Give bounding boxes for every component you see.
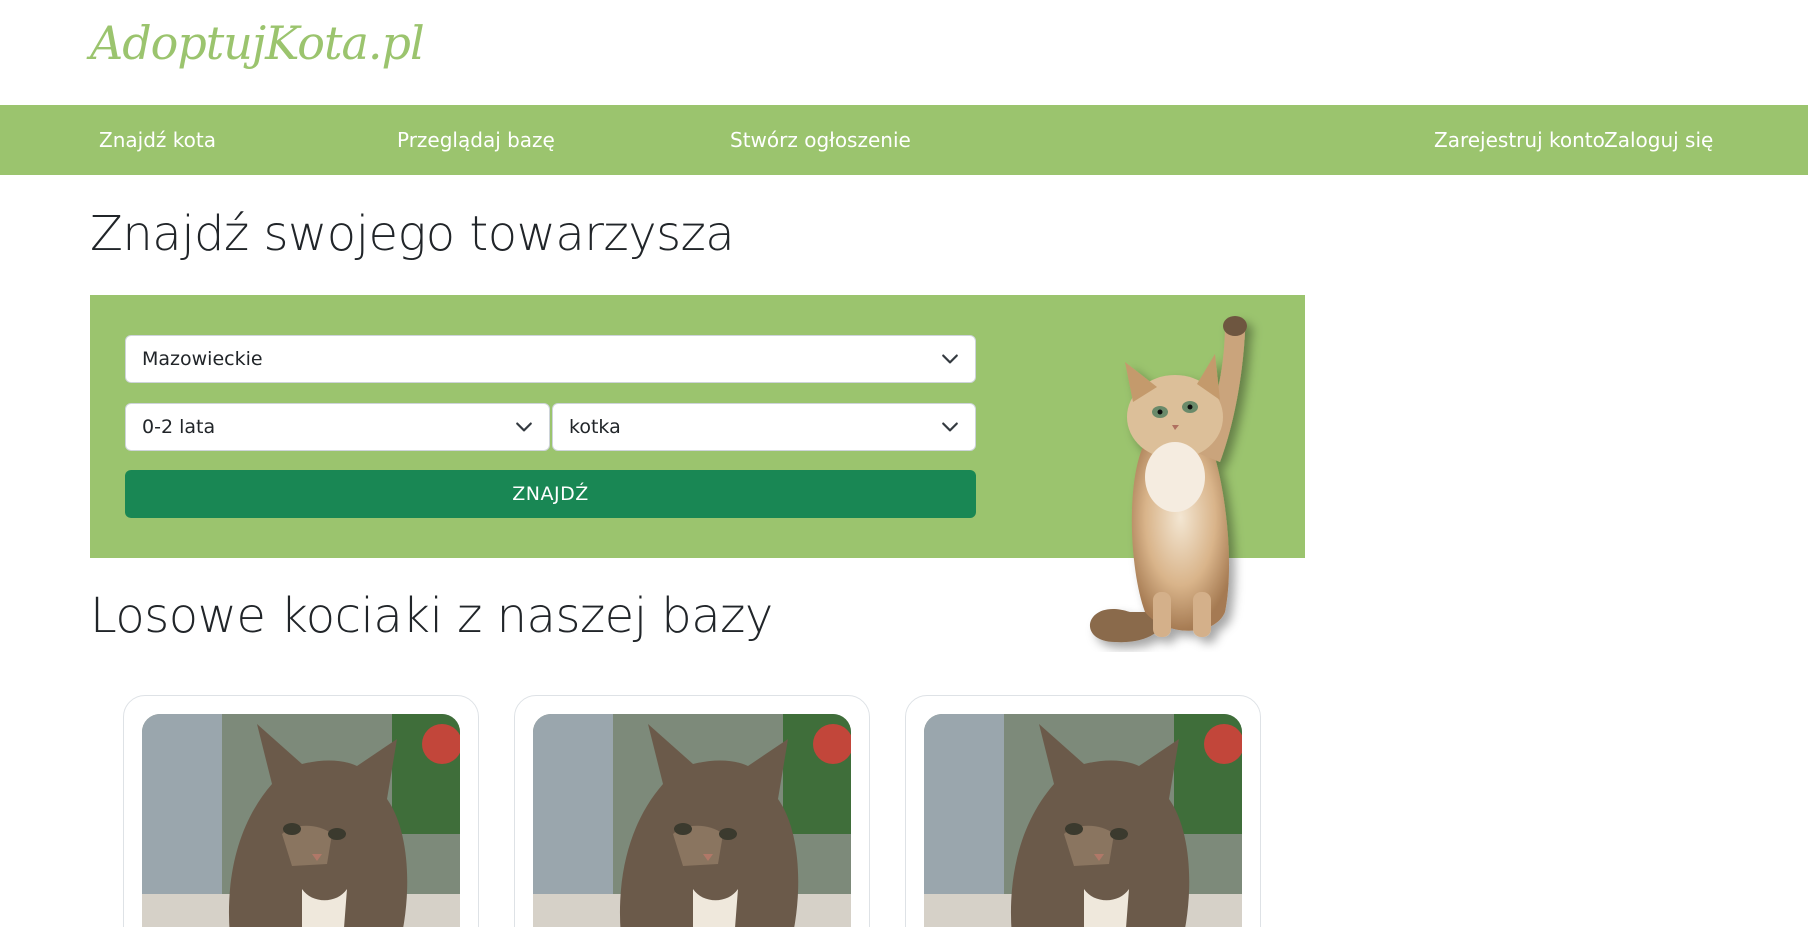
sex-select-value: kotka [569,416,621,438]
region-select[interactable]: Mazowieckie [125,335,976,383]
sex-select[interactable]: kotka [552,403,976,451]
cat-illustration [1089,316,1247,643]
kitten-photo[interactable] [142,714,460,927]
nav-browse-database[interactable]: Przeglądaj bazę [397,105,555,175]
kitten-card[interactable] [123,695,479,927]
nav-register[interactable]: Zarejestruj konto [1434,105,1605,175]
chevron-down-icon [516,422,532,432]
age-select-value: 0-2 lata [142,416,216,438]
chevron-down-icon [942,422,958,432]
chevron-down-icon [942,354,958,364]
page-title: Znajdź swojego towarzysza [90,206,735,262]
random-kittens-heading: Losowe kociaki z naszej bazy [90,588,773,644]
nav-login[interactable]: Zaloguj się [1604,105,1713,175]
nav-find-cat[interactable]: Znajdź kota [99,105,216,175]
main-navbar: Znajdź kota Przeglądaj bazę Stwórz ogłos… [0,105,1808,175]
find-button[interactable]: ZNAJDŹ [125,470,976,518]
kitten-card[interactable] [905,695,1261,927]
region-select-value: Mazowieckie [142,348,263,370]
kitten-photo[interactable] [533,714,851,927]
nav-create-listing[interactable]: Stwórz ogłoszenie [730,105,911,175]
kitten-card[interactable] [514,695,870,927]
age-select[interactable]: 0-2 lata [125,403,550,451]
site-logo[interactable]: AdoptujKota.pl [90,16,425,70]
kitten-photo[interactable] [924,714,1242,927]
